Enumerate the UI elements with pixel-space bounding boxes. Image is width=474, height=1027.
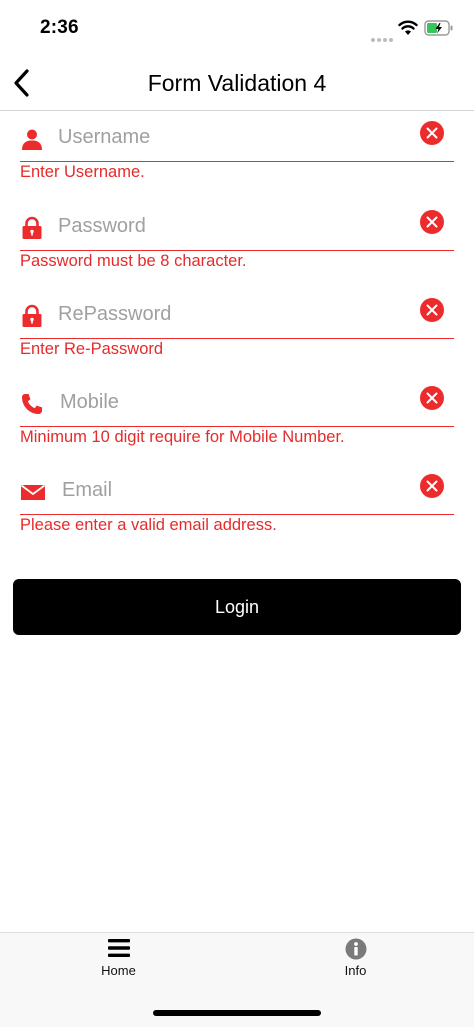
password-error: Password must be 8 character. — [20, 252, 247, 270]
email-clear-button[interactable] — [420, 474, 444, 498]
lock-icon — [20, 216, 44, 240]
mobile-field-row — [20, 374, 454, 427]
tab-info-label: Info — [344, 963, 367, 978]
signal-icon — [371, 30, 393, 48]
repassword-error: Enter Re-Password — [20, 340, 164, 358]
back-button[interactable] — [10, 68, 36, 98]
repassword-field-row — [20, 286, 454, 339]
login-button[interactable]: Login — [13, 579, 461, 635]
repassword-input[interactable] — [58, 296, 398, 332]
user-icon — [20, 127, 44, 151]
navigation-bar: Form Validation 4 — [0, 56, 474, 111]
chevron-left-icon — [14, 69, 29, 97]
email-field-row — [20, 462, 454, 515]
password-clear-button[interactable] — [420, 210, 444, 234]
close-icon — [426, 304, 438, 316]
close-icon — [426, 392, 438, 404]
password-field-row — [20, 198, 454, 251]
close-icon — [426, 127, 438, 139]
repassword-clear-button[interactable] — [420, 298, 444, 322]
menu-icon — [107, 938, 130, 963]
username-clear-button[interactable] — [420, 121, 444, 145]
mobile-input[interactable] — [60, 384, 400, 420]
page-title: Form Validation 4 — [147, 70, 327, 96]
mobile-clear-button[interactable] — [420, 386, 444, 410]
home-indicator — [153, 1010, 321, 1016]
phone-icon — [20, 392, 44, 416]
username-input[interactable] — [58, 119, 398, 155]
mobile-error: Minimum 10 digit require for Mobile Numb… — [20, 428, 345, 446]
username-field-row — [20, 109, 454, 162]
info-icon — [345, 938, 367, 965]
wifi-icon — [398, 20, 418, 41]
close-icon — [426, 216, 438, 228]
tab-home[interactable]: Home — [0, 933, 237, 993]
password-input[interactable] — [58, 208, 398, 244]
email-input[interactable] — [62, 472, 402, 508]
username-error: Enter Username. — [20, 163, 145, 181]
tab-info[interactable]: Info — [237, 933, 474, 993]
status-time: 2:36 — [40, 17, 79, 38]
tab-home-label: Home — [101, 963, 136, 978]
email-error: Please enter a valid email address. — [20, 516, 277, 534]
mail-icon — [20, 480, 46, 504]
lock-icon — [20, 304, 44, 328]
status-bar: 2:36 — [0, 0, 474, 56]
close-icon — [426, 480, 438, 492]
battery-icon — [424, 20, 454, 41]
